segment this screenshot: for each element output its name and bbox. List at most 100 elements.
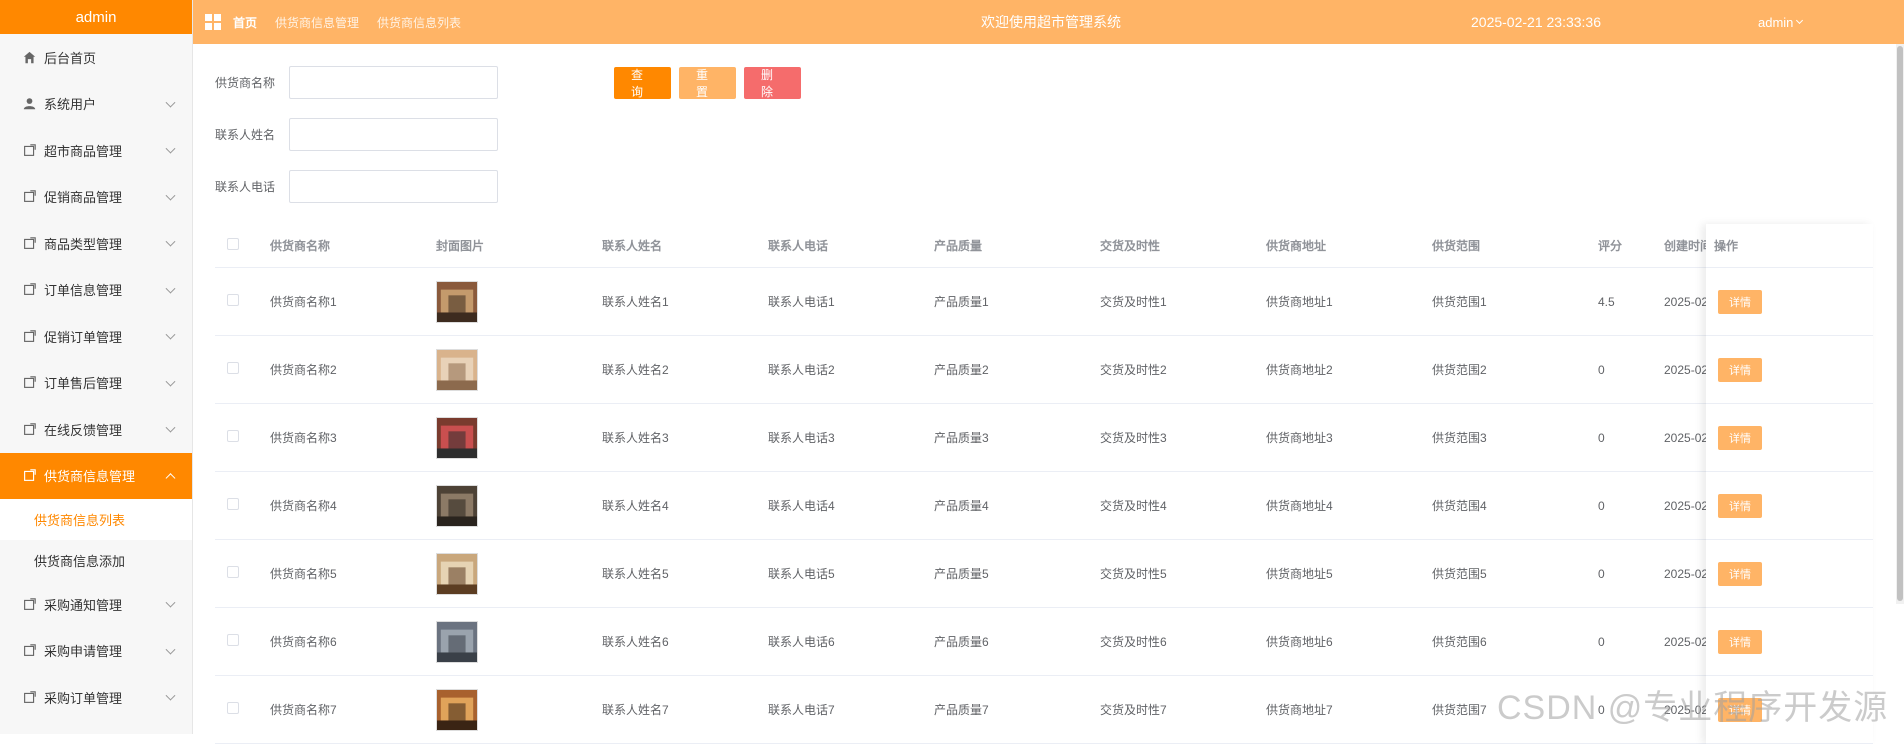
sidebar-item-orders[interactable]: 订单信息管理 <box>0 267 192 314</box>
table-row: 供货商名称5 联系人姓名5 联系人电话5 产品质量5 交货及时性5 供货商地址5 供货范围5… <box>215 540 1873 608</box>
contact-phone-input[interactable] <box>289 170 498 203</box>
contact-phone-label: 联系人电话 <box>215 180 276 194</box>
cell-phone: 联系人电话6 <box>768 635 835 649</box>
contact-name-input[interactable] <box>289 118 498 151</box>
cell-timely: 交货及时性4 <box>1100 499 1167 513</box>
sidebar-item-supplier[interactable]: 供货商信息管理 <box>0 452 192 499</box>
sidebar-subitem-supplier-add[interactable]: 供货商信息添加 <box>0 540 192 581</box>
sidebar-item-label: 在线反馈管理 <box>44 422 123 438</box>
row-select-cell <box>215 362 270 377</box>
delete-button[interactable]: 删除 <box>744 67 801 99</box>
header-datetime: 2025-02-21 23:33:36 <box>1471 14 1601 30</box>
cell-name: 供货商名称6 <box>270 635 337 649</box>
table-row: 供货商名称2 联系人姓名2 联系人电话2 产品质量2 交货及时性2 供货商地址2 供货范围2… <box>215 336 1873 404</box>
operations-row: 详情 <box>1706 540 1873 608</box>
row-checkbox[interactable] <box>227 702 239 714</box>
row-checkbox[interactable] <box>227 634 239 646</box>
cover-image[interactable] <box>436 416 478 459</box>
chevron-down-icon <box>165 376 176 387</box>
sidebar-item-system-users[interactable]: 系统用户 <box>0 81 192 128</box>
sidebar-item-purchase-apply[interactable]: 采购申请管理 <box>0 628 192 675</box>
cell-score: 0 <box>1598 362 1605 377</box>
column-header: 交货及时性 <box>1100 239 1161 253</box>
sidebar-item-goods[interactable]: 超市商品管理 <box>0 127 192 174</box>
supplier-table: 供货商名称 封面图片 联系人姓名 联系人电话 产品质量 交货及时性 供货商地址 … <box>215 224 1873 744</box>
cover-image-cell <box>436 280 602 323</box>
row-select-cell <box>215 566 270 581</box>
sidebar-item-purchase-orders[interactable]: 采购订单管理 <box>0 674 192 721</box>
cover-image[interactable] <box>436 484 478 527</box>
watermark: CSDN @专业程序开发源 <box>1497 689 1889 727</box>
cell-scope: 供货范围6 <box>1432 635 1487 649</box>
detail-button[interactable]: 详情 <box>1718 357 1762 382</box>
cover-image[interactable] <box>436 348 478 391</box>
row-checkbox[interactable] <box>227 430 239 442</box>
sidebar-item-purchase-notice[interactable]: 采购通知管理 <box>0 581 192 628</box>
detail-button[interactable]: 详情 <box>1718 629 1762 654</box>
home-icon <box>22 50 36 64</box>
detail-button[interactable]: 详情 <box>1718 561 1762 586</box>
sidebar-item-home[interactable]: 后台首页 <box>0 34 192 81</box>
table-row: 供货商名称4 联系人姓名4 联系人电话4 产品质量4 交货及时性4 供货商地址4 供货范围4… <box>215 472 1873 540</box>
chevron-down-icon <box>165 283 176 294</box>
cell-address: 供货商地址7 <box>1266 703 1333 717</box>
page-title: 欢迎使用超市管理系统 <box>981 14 1121 30</box>
query-button[interactable]: 查询 <box>614 67 671 99</box>
sidebar-item-feedback[interactable]: 在线反馈管理 <box>0 406 192 453</box>
row-checkbox[interactable] <box>227 566 239 578</box>
table-row: 供货商名称3 联系人姓名3 联系人电话3 产品质量3 交货及时性3 供货商地址3 供货范围3… <box>215 404 1873 472</box>
cell-phone: 联系人电话1 <box>768 295 835 309</box>
table-row: 供货商名称1 联系人姓名1 联系人电话1 产品质量1 交货及时性1 供货商地址1 供货范围1… <box>215 268 1873 336</box>
cover-image[interactable] <box>436 280 478 323</box>
sidebar-subitem-label: 供货商信息添加 <box>34 554 126 569</box>
chevron-down-icon <box>165 97 176 108</box>
sidebar-subitem-label: 供货商信息列表 <box>34 513 126 528</box>
supplier-name-label: 供货商名称 <box>215 76 276 90</box>
doc-icon <box>22 644 36 658</box>
table-header: 供货商名称 封面图片 联系人姓名 联系人电话 产品质量 交货及时性 供货商地址 … <box>215 224 1873 268</box>
scrollbar-thumb[interactable] <box>1897 46 1903 601</box>
cell-contact: 联系人姓名1 <box>602 295 669 309</box>
sidebar-item-goods-type[interactable]: 商品类型管理 <box>0 220 192 267</box>
breadcrumb-home[interactable]: 首页 <box>233 14 257 31</box>
select-all-checkbox[interactable] <box>227 238 239 250</box>
breadcrumb-supplier-list: 供货商信息列表 <box>377 15 462 30</box>
row-checkbox[interactable] <box>227 294 239 306</box>
menu-toggle-icon[interactable] <box>205 14 221 30</box>
row-select-cell <box>215 498 270 513</box>
chevron-down-icon <box>165 190 176 201</box>
row-checkbox[interactable] <box>227 362 239 374</box>
cover-image[interactable] <box>436 688 478 731</box>
cell-contact: 联系人姓名6 <box>602 635 669 649</box>
cell-name: 供货商名称3 <box>270 431 337 445</box>
cell-timely: 交货及时性5 <box>1100 567 1167 581</box>
row-checkbox[interactable] <box>227 498 239 510</box>
cover-image[interactable] <box>436 620 478 663</box>
cover-image[interactable] <box>436 552 478 595</box>
detail-button[interactable]: 详情 <box>1718 425 1762 450</box>
cell-score: 0 <box>1598 430 1605 445</box>
sidebar-item-promo-goods[interactable]: 促销商品管理 <box>0 174 192 221</box>
sidebar-item-label: 采购申请管理 <box>44 644 123 660</box>
sidebar-subitem-supplier-list[interactable]: 供货商信息列表 <box>0 499 192 540</box>
supplier-name-input[interactable] <box>289 66 498 99</box>
detail-button[interactable]: 详情 <box>1718 493 1762 518</box>
user-menu[interactable]: admin <box>1758 15 1804 30</box>
detail-button[interactable]: 详情 <box>1718 289 1762 314</box>
cover-image-cell <box>436 348 602 391</box>
doc-icon <box>22 236 36 250</box>
operations-row: 详情 <box>1706 336 1873 404</box>
search-form: 供货商名称 联系人姓名 联系人电话 <box>215 66 498 222</box>
sidebar-item-label: 促销商品管理 <box>44 190 123 206</box>
cell-name: 供货商名称5 <box>270 567 337 581</box>
sidebar-item-label: 超市商品管理 <box>44 143 123 159</box>
doc-icon <box>22 690 36 704</box>
doc-icon <box>22 190 36 204</box>
contact-name-label: 联系人姓名 <box>215 128 276 142</box>
breadcrumb-supplier[interactable]: 供货商信息管理 <box>275 14 359 31</box>
doc-icon <box>22 329 36 343</box>
operations-row: 详情 <box>1706 404 1873 472</box>
sidebar-item-promo-orders[interactable]: 促销订单管理 <box>0 313 192 360</box>
sidebar-item-after-sales[interactable]: 订单售后管理 <box>0 360 192 407</box>
reset-button[interactable]: 重置 <box>679 67 736 99</box>
